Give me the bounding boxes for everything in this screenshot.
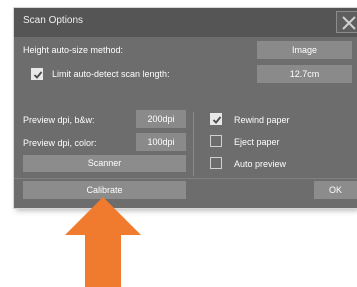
vertical-divider — [193, 112, 194, 176]
preview-color-field[interactable]: 100dpi — [136, 133, 186, 151]
scan-length-field[interactable]: 12.7cm — [257, 65, 352, 83]
orange-arrow-icon — [65, 197, 141, 287]
height-method-select[interactable]: Image — [257, 41, 352, 59]
rewind-paper-label: Rewind paper — [234, 115, 290, 125]
preview-bw-field[interactable]: 200dpi — [136, 110, 186, 128]
height-method-label: Height auto-size method: — [23, 45, 124, 55]
dialog-titlebar: Scan Options — [14, 8, 357, 37]
eject-paper-checkbox[interactable] — [210, 135, 222, 147]
rewind-paper-checkbox[interactable] — [210, 113, 222, 125]
eject-paper-label: Eject paper — [234, 137, 280, 147]
limit-scan-label: Limit auto-detect scan length: — [52, 69, 170, 79]
auto-preview-checkbox[interactable] — [210, 157, 222, 169]
close-button[interactable] — [336, 11, 357, 33]
checkmark-icon — [33, 71, 43, 79]
close-icon — [342, 16, 356, 30]
preview-color-label: Preview dpi, color: — [23, 138, 97, 148]
limit-scan-checkbox[interactable] — [31, 68, 43, 80]
preview-bw-label: Preview dpi, b&w: — [23, 115, 95, 125]
ok-button[interactable]: OK — [314, 181, 357, 199]
scan-options-dialog: Scan Options Height auto-size method: Im… — [14, 8, 357, 208]
footer-divider — [14, 178, 357, 179]
dialog-title: Scan Options — [23, 15, 84, 26]
checkmark-icon — [212, 116, 222, 124]
scanner-button[interactable]: Scanner — [23, 155, 186, 172]
auto-preview-label: Auto preview — [234, 159, 287, 169]
